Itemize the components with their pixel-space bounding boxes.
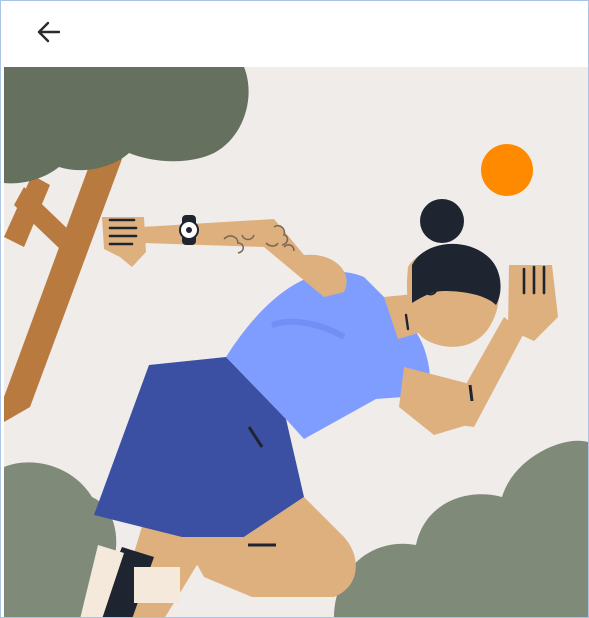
app-screen xyxy=(0,0,589,618)
arrow-left-icon xyxy=(37,21,61,43)
runner-head xyxy=(384,199,501,347)
tree-foliage xyxy=(4,67,249,184)
sun xyxy=(481,144,533,196)
bush-right xyxy=(334,440,588,617)
back-button[interactable] xyxy=(27,10,71,54)
runner-illustration xyxy=(4,67,588,617)
tree-trunk xyxy=(4,147,122,422)
hero-illustration xyxy=(4,67,588,617)
top-app-bar xyxy=(1,1,588,67)
runner-extended-arm xyxy=(102,215,347,297)
